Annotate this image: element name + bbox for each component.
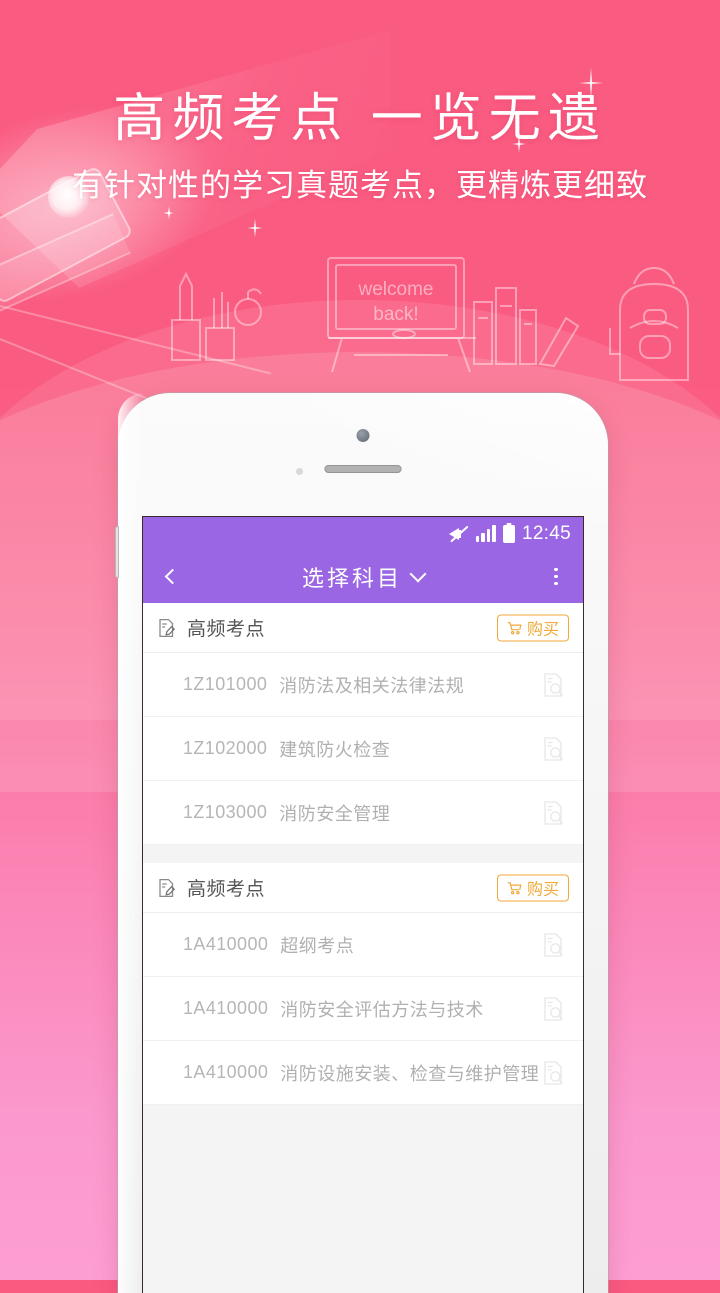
buy-button-label: 购买	[526, 621, 559, 639]
proximity-sensor-icon	[296, 468, 303, 475]
row-code: 1A410000	[183, 998, 269, 1018]
app-navigation-bar: 选择科目	[143, 550, 583, 603]
table-row[interactable]: 1A410000 消防安全评估方法与技术	[143, 977, 583, 1041]
cart-icon	[507, 621, 522, 634]
row-name: 消防安全评估方法与技术	[280, 999, 484, 1020]
subject-list[interactable]: 高频考点 购买 1Z101000 消防法及相关法律法规 1Z102000 建筑防…	[143, 603, 583, 1293]
signal-bars-icon	[475, 525, 496, 542]
phone-mockup: 12:45 选择科目 高频考点 购买 1Z101000 消防法及相关法律法规 1…	[115, 393, 608, 1293]
volume-button[interactable]	[115, 526, 119, 578]
overflow-menu-icon	[554, 567, 558, 572]
row-code: 1Z102000	[183, 738, 268, 758]
cart-icon	[507, 881, 522, 894]
table-row[interactable]: 1Z101000 消防法及相关法律法规	[143, 653, 583, 717]
document-search-icon[interactable]	[542, 996, 565, 1021]
row-code: 1Z103000	[183, 802, 268, 822]
backpack-doodle	[609, 266, 689, 381]
status-bar-clock: 12:45	[521, 522, 571, 544]
document-search-icon[interactable]	[542, 736, 565, 761]
buy-button[interactable]: 购买	[496, 874, 569, 901]
section-title: 高频考点	[187, 619, 266, 640]
row-name: 超纲考点	[280, 935, 355, 956]
note-edit-icon	[157, 618, 176, 638]
sparkle-icon	[163, 206, 174, 220]
subject-selector[interactable]: 选择科目	[143, 561, 583, 593]
document-search-icon[interactable]	[542, 932, 565, 957]
page-title: 选择科目	[301, 565, 402, 591]
promo-subtitle: 有针对性的学习真题考点，更精炼更细致	[72, 168, 648, 203]
promo-title: 高频考点 一览无遗	[113, 90, 607, 148]
note-edit-icon	[157, 878, 176, 898]
document-search-icon[interactable]	[542, 672, 565, 697]
section-header: 高频考点 购买	[143, 863, 583, 913]
row-name: 建筑防火检查	[279, 739, 391, 760]
subject-section: 高频考点 购买 1A410000 超纲考点 1A410000 消防安全评估方法与…	[143, 863, 583, 1105]
section-divider	[143, 845, 583, 863]
sparkle-icon	[247, 218, 263, 238]
phone-sheen	[314, 393, 608, 523]
earpiece-speaker	[324, 465, 402, 473]
buy-button-label: 购买	[526, 881, 559, 899]
chevron-down-icon	[409, 565, 427, 583]
table-row[interactable]: 1A410000 超纲考点	[143, 913, 583, 977]
battery-icon	[502, 524, 515, 543]
row-code: 1A410000	[183, 934, 269, 954]
row-code: 1Z101000	[183, 674, 268, 694]
status-bar: 12:45	[143, 517, 583, 550]
section-title: 高频考点	[187, 879, 266, 900]
mute-icon	[448, 525, 469, 543]
phone-screen: 12:45 选择科目 高频考点 购买 1Z101000 消防法及相关法律法规 1…	[143, 517, 583, 1293]
table-row[interactable]: 1A410000 消防设施安装、检查与维护管理	[143, 1041, 583, 1105]
document-search-icon[interactable]	[542, 1060, 565, 1085]
row-code: 1A410000	[183, 1062, 269, 1082]
table-row[interactable]: 1Z102000 建筑防火检查	[143, 717, 583, 781]
overflow-menu-button[interactable]	[529, 550, 583, 603]
books-doodle	[473, 287, 580, 368]
section-header: 高频考点 购买	[143, 603, 583, 653]
table-row[interactable]: 1Z103000 消防安全管理	[143, 781, 583, 845]
buy-button[interactable]: 购买	[496, 614, 569, 641]
subject-section: 高频考点 购买 1Z101000 消防法及相关法律法规 1Z102000 建筑防…	[143, 603, 583, 845]
row-name: 消防设施安装、检查与维护管理	[280, 1063, 540, 1084]
document-search-icon[interactable]	[542, 800, 565, 825]
front-camera-icon	[356, 429, 370, 442]
row-name: 消防安全管理	[279, 803, 391, 824]
row-name: 消防法及相关法律法规	[279, 675, 465, 696]
